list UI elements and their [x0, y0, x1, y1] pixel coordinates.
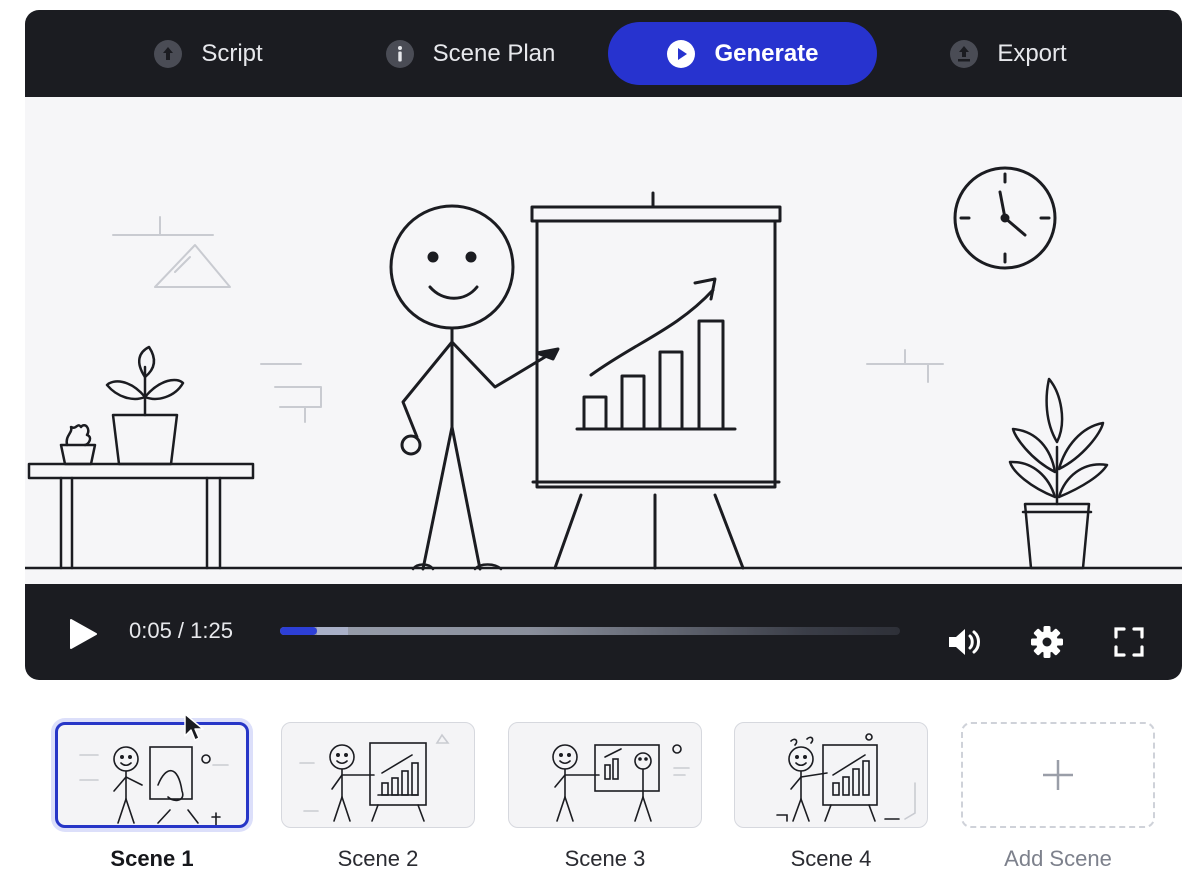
- playback-controls: 0:05 / 1:25: [25, 584, 1182, 680]
- scene-thumbnail: [281, 722, 475, 828]
- mouse-cursor-icon: [184, 713, 204, 741]
- upload-circle-icon: [949, 39, 979, 69]
- fullscreen-icon: [1114, 627, 1144, 657]
- play-button[interactable]: [63, 614, 103, 654]
- scene-label: Scene 3: [564, 846, 646, 871]
- tab-generate-label: Generate: [714, 39, 819, 67]
- scene-label: Scene 4: [790, 846, 872, 871]
- tab-script[interactable]: Script: [133, 22, 283, 85]
- add-scene-label: Add Scene: [1004, 846, 1112, 871]
- tab-script-label: Script: [201, 39, 263, 67]
- play-circle-icon: [666, 39, 696, 69]
- progress-bar[interactable]: [280, 627, 900, 635]
- arrow-up-circle-icon: [153, 39, 183, 69]
- tab-export-label: Export: [997, 39, 1067, 67]
- info-circle-icon: [385, 39, 415, 69]
- scene-illustration: [25, 166, 1182, 571]
- scene-thumbnail: [508, 722, 702, 828]
- volume-button[interactable]: [943, 622, 987, 662]
- workflow-tabs: Script Scene Plan Generate Export: [25, 10, 1182, 97]
- progress-buffered: [317, 627, 349, 635]
- scene-thumbnail: [55, 722, 249, 828]
- time-display: 0:05 / 1:25: [129, 618, 233, 643]
- tab-generate[interactable]: Generate: [608, 22, 877, 85]
- scene-card-1[interactable]: Scene 1: [55, 722, 249, 872]
- play-icon: [70, 619, 97, 649]
- plus-icon: [1043, 760, 1073, 790]
- tab-export[interactable]: Export: [933, 22, 1083, 85]
- settings-button[interactable]: [1025, 622, 1069, 662]
- progress-fill: [280, 627, 318, 635]
- gear-icon: [1031, 626, 1063, 658]
- tab-scene-plan-label: Scene Plan: [432, 39, 556, 67]
- scene-card-3[interactable]: Scene 3: [508, 722, 702, 872]
- scene-strip: Scene 1 Scene 2 Scene 3 Scene 4 Add Scen…: [0, 690, 1200, 896]
- volume-icon: [949, 629, 980, 655]
- scene-card-2[interactable]: Scene 2: [281, 722, 475, 872]
- scene-label: Scene 1: [110, 846, 194, 871]
- scene-label: Scene 2: [337, 846, 419, 871]
- scene-thumbnail: [734, 722, 928, 828]
- tab-scene-plan[interactable]: Scene Plan: [370, 22, 570, 85]
- video-player: Script Scene Plan Generate Export 0:05 /…: [25, 10, 1182, 680]
- fullscreen-button[interactable]: [1107, 622, 1151, 662]
- add-scene-tile: [961, 722, 1155, 828]
- video-canvas[interactable]: [25, 97, 1182, 584]
- add-scene-button[interactable]: Add Scene: [961, 722, 1155, 872]
- scene-card-4[interactable]: Scene 4: [734, 722, 928, 872]
